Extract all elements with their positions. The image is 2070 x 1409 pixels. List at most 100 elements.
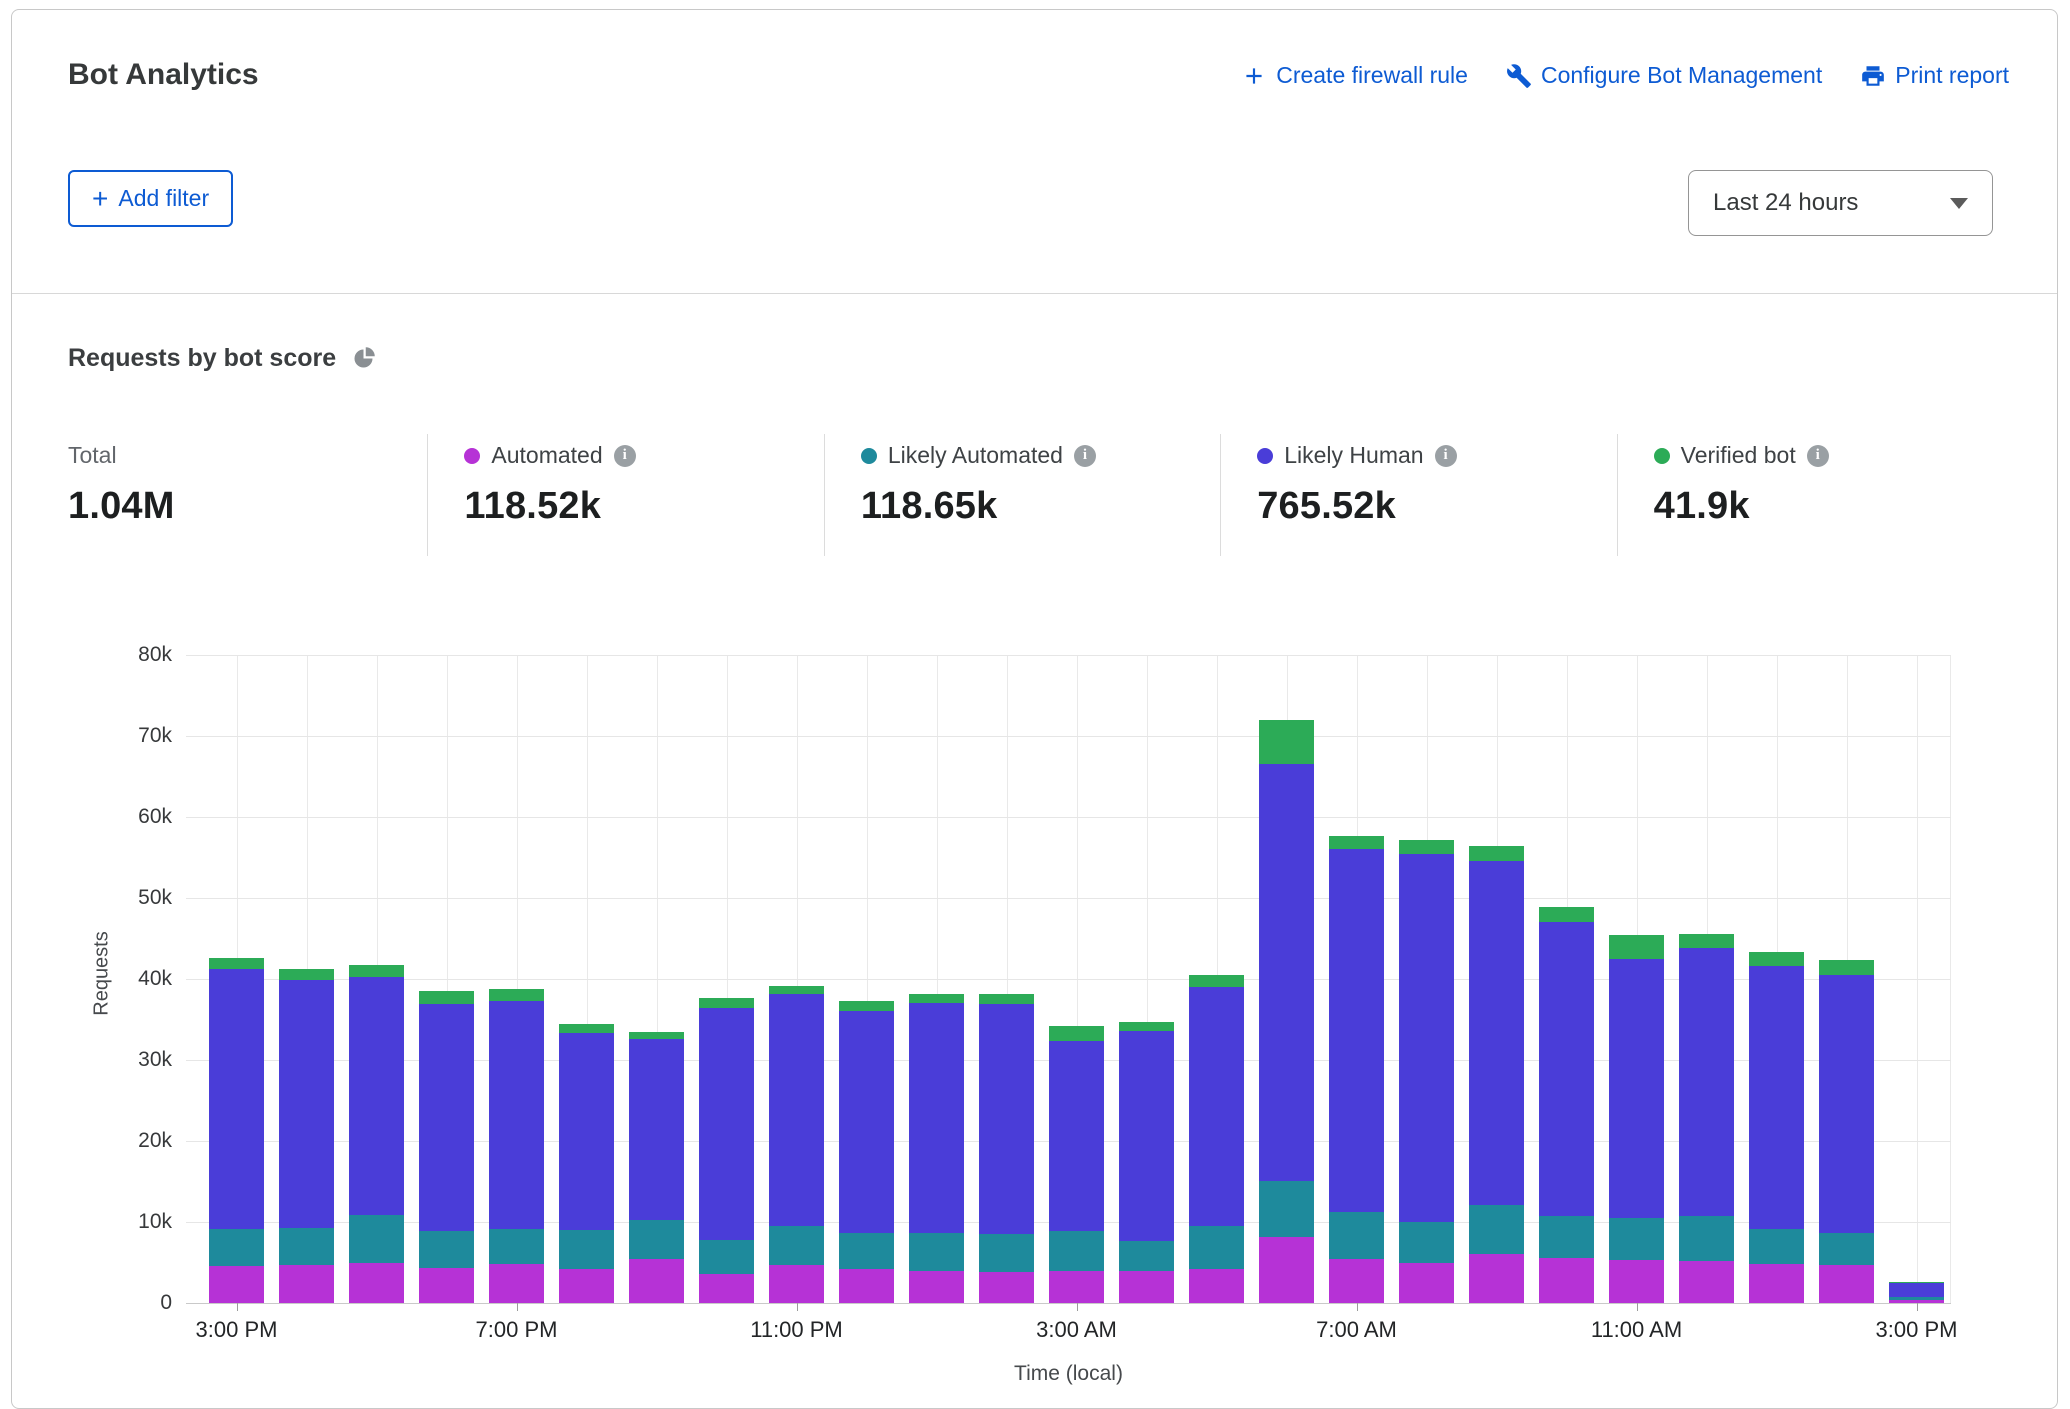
action-link-configure-bot-management[interactable]: Configure Bot Management [1506, 62, 1822, 89]
segment-likely-automated [1749, 1229, 1804, 1264]
segment-verified-bot [1469, 846, 1524, 861]
bar-11-00-pm[interactable] [769, 986, 824, 1304]
h-gridline [186, 817, 1951, 818]
x-tick-label: 3:00 PM [196, 1317, 278, 1343]
segment-likely-human [209, 969, 264, 1230]
bar-2-00-am[interactable] [979, 994, 1034, 1303]
segment-verified-bot [629, 1032, 684, 1039]
segment-verified-bot [1399, 840, 1454, 855]
x-tick [237, 1303, 238, 1311]
segment-likely-human [279, 980, 334, 1228]
stat-label: Verified bot [1681, 442, 1796, 469]
segment-likely-automated [489, 1229, 544, 1265]
segment-automated [1609, 1260, 1664, 1303]
segment-likely-automated [1259, 1181, 1314, 1238]
bar-9-00-am[interactable] [1469, 846, 1524, 1303]
segment-automated [489, 1264, 544, 1303]
bar-3-00-pm[interactable] [1889, 1282, 1944, 1303]
stat-label: Likely Human [1284, 442, 1423, 469]
segment-likely-human [1189, 987, 1244, 1226]
bar-4-00-am[interactable] [1119, 1022, 1174, 1303]
bar-7-00-am[interactable] [1329, 836, 1384, 1303]
bar-5-00-am[interactable] [1189, 975, 1244, 1303]
bar-3-00-pm[interactable] [209, 958, 264, 1303]
segment-likely-human [1679, 948, 1734, 1216]
segment-likely-human [909, 1003, 964, 1233]
info-icon[interactable]: i [1435, 445, 1457, 467]
segment-verified-bot [839, 1001, 894, 1012]
bar-5-00-pm[interactable] [349, 965, 404, 1303]
bar-7-00-pm[interactable] [489, 989, 544, 1303]
segment-automated [419, 1268, 474, 1303]
segment-automated [349, 1263, 404, 1304]
segment-verified-bot [699, 998, 754, 1009]
x-tick-label: 11:00 AM [1591, 1317, 1682, 1343]
stat-label-row: Likely Human i [1257, 442, 1616, 469]
time-range-value: Last 24 hours [1713, 189, 1858, 217]
stat-label-row: Verified bot i [1654, 442, 2013, 469]
segment-automated [1259, 1237, 1314, 1303]
info-icon[interactable]: i [614, 445, 636, 467]
bar-12-00-am[interactable] [839, 1001, 894, 1303]
y-tick-label: 0 [52, 1291, 172, 1315]
info-icon[interactable]: i [1074, 445, 1096, 467]
bar-12-00-pm[interactable] [1679, 934, 1734, 1303]
segment-verified-bot [1119, 1022, 1174, 1031]
action-link-print-report[interactable]: Print report [1860, 62, 2009, 89]
segment-likely-human [1749, 966, 1804, 1229]
segment-likely-automated [769, 1226, 824, 1265]
segment-likely-automated [909, 1233, 964, 1271]
bar-6-00-pm[interactable] [419, 991, 474, 1303]
segment-verified-bot [559, 1024, 614, 1033]
bar-9-00-pm[interactable] [629, 1032, 684, 1303]
bar-2-00-pm[interactable] [1819, 960, 1874, 1303]
segment-automated [209, 1266, 264, 1303]
segment-likely-human [769, 994, 824, 1226]
printer-icon [1860, 63, 1886, 89]
x-tick-label: 7:00 PM [476, 1317, 558, 1343]
segment-automated [1539, 1258, 1594, 1303]
segment-verified-bot [419, 991, 474, 1004]
bar-8-00-pm[interactable] [559, 1024, 614, 1303]
stat-label-row: Total [68, 442, 427, 469]
x-tick-label: 7:00 AM [1316, 1317, 1397, 1343]
segment-likely-automated [279, 1228, 334, 1265]
bar-3-00-am[interactable] [1049, 1026, 1104, 1303]
add-filter-button[interactable]: + Add filter [68, 170, 233, 227]
segment-verified-bot [1259, 720, 1314, 765]
info-icon[interactable]: i [1807, 445, 1829, 467]
header-actions: Create firewall rule Configure Bot Manage… [1241, 62, 2009, 89]
segment-automated [699, 1274, 754, 1303]
bar-4-00-pm[interactable] [279, 969, 334, 1303]
segment-verified-bot [209, 958, 264, 969]
segment-likely-human [1889, 1283, 1944, 1298]
segment-verified-bot [1819, 960, 1874, 975]
segment-likely-human [349, 977, 404, 1214]
segment-likely-human [629, 1039, 684, 1220]
segment-likely-automated [699, 1240, 754, 1274]
segment-automated [839, 1269, 894, 1303]
segment-automated [1119, 1271, 1174, 1303]
h-gridline [186, 655, 1951, 656]
bar-10-00-pm[interactable] [699, 998, 754, 1303]
action-link-create-firewall-rule[interactable]: Create firewall rule [1241, 62, 1468, 89]
stat-value: 41.9k [1654, 485, 2013, 528]
bar-8-00-am[interactable] [1399, 840, 1454, 1303]
bar-1-00-pm[interactable] [1749, 952, 1804, 1303]
segment-likely-human [1259, 764, 1314, 1180]
segment-likely-human [1119, 1031, 1174, 1241]
pie-chart-icon [350, 345, 377, 372]
bar-11-00-am[interactable] [1609, 935, 1664, 1303]
segment-verified-bot [489, 989, 544, 1001]
bar-6-00-am[interactable] [1259, 720, 1314, 1303]
segment-verified-bot [349, 965, 404, 977]
bar-10-00-am[interactable] [1539, 907, 1594, 1303]
stat-label: Automated [491, 442, 602, 469]
segment-automated [1469, 1254, 1524, 1303]
stat-automated: Automatedi118.52k [427, 434, 823, 556]
segment-verified-bot [1049, 1026, 1104, 1041]
bar-1-00-am[interactable] [909, 994, 964, 1303]
time-range-select[interactable]: Last 24 hours [1688, 170, 1993, 236]
legend-dot [1257, 448, 1273, 464]
segment-likely-human [1539, 922, 1594, 1215]
